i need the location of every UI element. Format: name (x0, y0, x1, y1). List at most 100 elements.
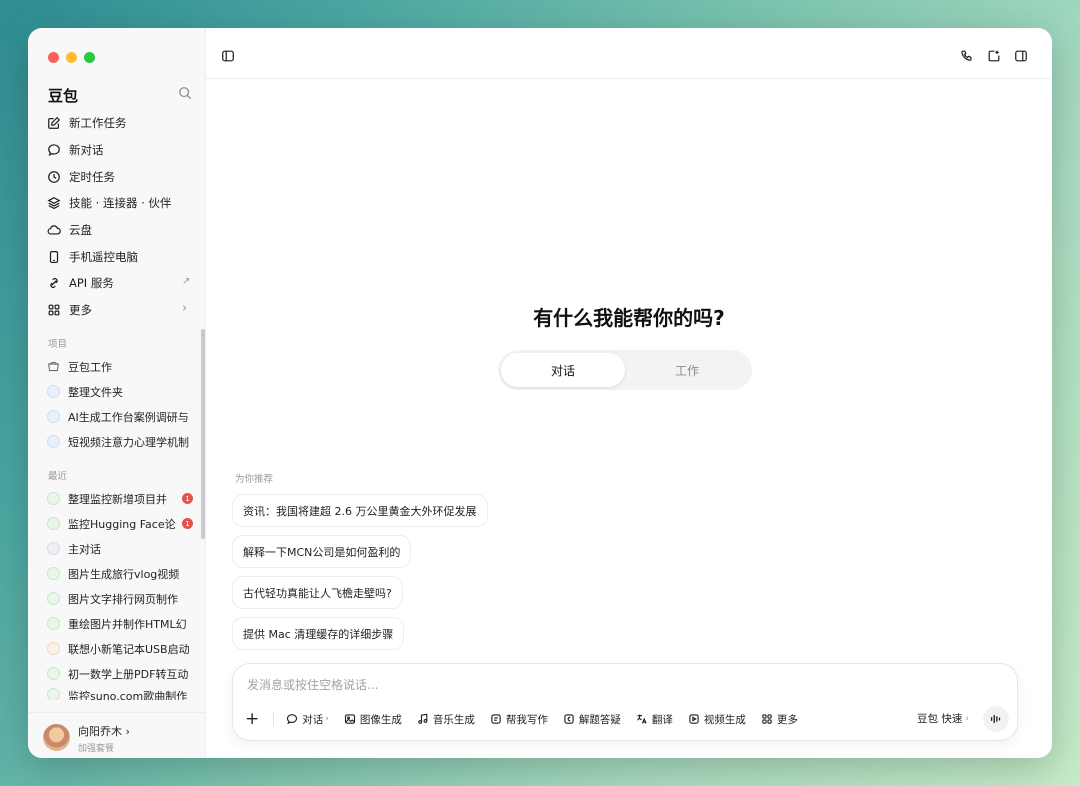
external-link-icon: ↗ (182, 276, 191, 288)
zoom-window-button[interactable] (84, 52, 95, 63)
suggestion-chip[interactable]: 资讯：我国将建超 2.6 万公里黄金大外环促发展 (232, 494, 488, 527)
tool-chat-button[interactable]: 对话 › (286, 712, 329, 727)
suggestion-chip[interactable]: 提供 Mac 清理缓存的详细步骤 (232, 617, 405, 650)
waveform-icon (990, 714, 1001, 724)
write-icon (491, 714, 501, 724)
tool-translate-button[interactable]: 翻译 (636, 712, 673, 727)
chat-avatar-icon (47, 667, 60, 680)
recent-label: 图片文字排行网页制作 (68, 592, 178, 606)
greeting-heading: 有什么我能帮你的吗? (533, 306, 725, 330)
model-label: 豆包 快速 (917, 713, 963, 725)
user-plan: 加强套餐 (78, 744, 115, 754)
recent-label: 主对话 (68, 542, 101, 556)
recent-item[interactable]: 整理监控新增项目并 1 (40, 486, 200, 511)
chat-avatar-icon (47, 492, 60, 505)
search-icon[interactable] (178, 86, 192, 100)
recent-item[interactable]: 初一数学上册PDF转互动 (40, 661, 200, 686)
add-attachment-button[interactable]: + (245, 711, 259, 728)
suggestion-chip[interactable]: 解释一下MCN公司是如何盈利的 (232, 535, 412, 568)
unread-badge: 1 (182, 518, 193, 529)
recent-label: 图片生成旅行vlog视频 (68, 567, 180, 581)
sidebar: 豆包 新工作任务 新对话 定时任务 技能 · 连接器 · 伙伴 云盘 手机遥控电… (28, 28, 206, 758)
tool-video-gen-button[interactable]: 视频生成 (688, 712, 746, 727)
mode-chat-tab[interactable]: 对话 (501, 353, 625, 387)
chat-avatar-icon (47, 517, 60, 530)
recent-item[interactable]: 图片文字排行网页制作 (40, 586, 200, 611)
nav-more[interactable]: 更多 › (40, 297, 198, 324)
nav-cloud-drive[interactable]: 云盘 (40, 217, 198, 244)
tool-music-gen-button[interactable]: 音乐生成 (417, 712, 475, 727)
recommend-label: 为你推荐 (235, 474, 274, 485)
recent-label: 整理监控新增项目并 (68, 492, 167, 506)
tool-label: 对话 (302, 713, 324, 726)
tool-label: 图像生成 (359, 713, 402, 726)
user-profile[interactable]: 向阳乔木 › 加强套餐 (28, 712, 205, 758)
api-icon (50, 278, 58, 289)
recent-item[interactable]: 监控Hugging Face论 1 (40, 511, 200, 536)
tool-label: 音乐生成 (432, 713, 475, 726)
recent-item[interactable]: 主对话 (40, 536, 200, 561)
message-composer: + 对话 › 图像生成 音乐生成 帮我写作 (232, 663, 1018, 741)
panel-right-icon[interactable] (1014, 49, 1028, 63)
recent-item[interactable]: 监控suno.com歌曲制作 (40, 686, 200, 700)
nav-label: 手机遥控电脑 (69, 249, 138, 264)
nav-label: 技能 · 连接器 · 伙伴 (69, 196, 172, 211)
nav-skills[interactable]: 技能 · 连接器 · 伙伴 (40, 190, 198, 217)
video-icon (689, 714, 699, 724)
tool-more-button[interactable]: 更多 (761, 712, 798, 727)
tool-label: 解题答疑 (578, 713, 621, 726)
project-item[interactable]: 整理文件夹 (40, 379, 200, 404)
sidebar-toggle-icon[interactable] (221, 49, 235, 63)
new-window-icon[interactable] (987, 49, 1001, 63)
recent-label: 重绘图片并制作HTML幻 (68, 617, 187, 631)
project-label: 短视频注意力心理学机制 (68, 435, 189, 449)
nav-label: 新工作任务 (69, 116, 127, 131)
voice-input-button[interactable] (983, 706, 1009, 732)
nav-label: API 服务 (69, 276, 114, 291)
sidebar-scrollbar[interactable] (201, 329, 205, 539)
folder-icon (47, 360, 60, 373)
tool-writing-button[interactable]: 帮我写作 (490, 712, 548, 727)
message-input[interactable] (247, 674, 847, 696)
mode-work-tab[interactable]: 工作 (625, 353, 749, 387)
project-label: AI生成工作台案例调研与 (68, 410, 189, 424)
project-item[interactable]: 豆包工作 (40, 354, 200, 379)
top-bar (206, 28, 1052, 79)
recent-item[interactable]: 重绘图片并制作HTML幻 (40, 611, 200, 636)
model-selector[interactable]: 豆包 快速 › (917, 711, 969, 726)
close-window-button[interactable] (48, 52, 59, 63)
chevron-right-icon: › (965, 713, 969, 724)
avatar[interactable] (43, 724, 70, 751)
grid-icon (48, 304, 60, 316)
chevron-right-icon: › (182, 300, 188, 316)
nav-phone-remote[interactable]: 手机遥控电脑 (40, 243, 198, 270)
minimize-window-button[interactable] (66, 52, 77, 63)
sidebar-nav: 新工作任务 新对话 定时任务 技能 · 连接器 · 伙伴 云盘 手机遥控电脑 A… (40, 110, 198, 324)
project-item[interactable]: 短视频注意力心理学机制 (40, 429, 200, 454)
app-window: 豆包 新工作任务 新对话 定时任务 技能 · 连接器 · 伙伴 云盘 手机遥控电… (28, 28, 1052, 758)
nav-label: 新对话 (69, 143, 104, 158)
chat-avatar-icon (47, 567, 60, 580)
recent-item[interactable]: 联想小新笔记本USB启动 (40, 636, 200, 661)
nav-api-service[interactable]: API 服务 ↗ (40, 270, 198, 297)
suggestion-chip[interactable]: 古代轻功真能让人飞檐走壁吗? (232, 576, 403, 609)
project-item[interactable]: AI生成工作台案例调研与 (40, 404, 200, 429)
phone-call-icon[interactable] (960, 49, 974, 63)
recent-item[interactable]: 图片生成旅行vlog视频 (40, 561, 200, 586)
image-icon (344, 714, 355, 724)
tool-label: 更多 (776, 713, 798, 726)
project-label: 整理文件夹 (68, 385, 123, 399)
tool-image-gen-button[interactable]: 图像生成 (344, 712, 402, 727)
edit-icon (48, 117, 61, 130)
pinned-chat-icon (47, 542, 60, 555)
nav-new-chat[interactable]: 新对话 (40, 137, 198, 164)
nav-new-work-task[interactable]: 新工作任务 (40, 110, 198, 137)
nav-scheduled-tasks[interactable]: 定时任务 (40, 163, 198, 190)
tool-solve-button[interactable]: 解题答疑 (563, 712, 621, 727)
composer-toolbar: + 对话 › 图像生成 音乐生成 帮我写作 解题答疑 翻译 视频生成 更多 (245, 711, 813, 728)
project-icon (47, 410, 60, 423)
app-brand: 豆包 (48, 87, 79, 105)
user-name: 向阳乔木 › (78, 725, 130, 738)
main-panel: 有什么我能帮你的吗? 对话 工作 为你推荐 资讯：我国将建超 2.6 万公里黄金… (206, 28, 1052, 758)
project-icon (47, 435, 60, 448)
